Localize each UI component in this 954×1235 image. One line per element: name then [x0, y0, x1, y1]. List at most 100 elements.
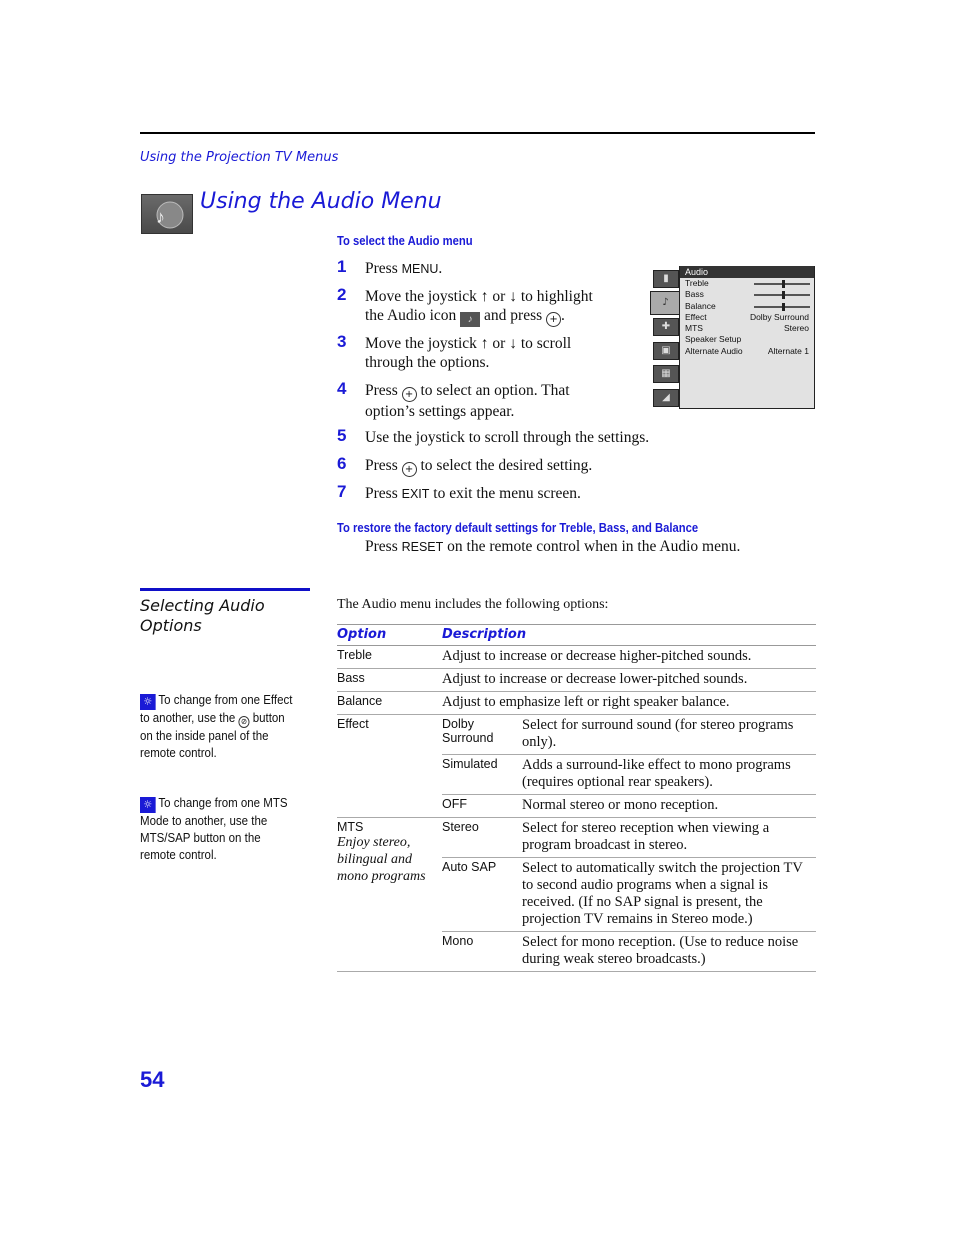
- description-cell: Select to automatically switch the proje…: [522, 857, 816, 932]
- joystick-select-icon: +: [546, 312, 562, 327]
- step-text: option’s settings appear.: [365, 403, 515, 420]
- osd-label: Bass: [685, 289, 704, 300]
- setting-cell: Dolby Surround: [442, 714, 522, 755]
- step-text: .: [438, 260, 443, 277]
- osd-row-alternate-audio: Alternate Audio Alternate 1: [680, 346, 814, 357]
- section-title-line: Selecting Audio: [140, 596, 265, 615]
- audio-icon: ♪: [460, 312, 481, 327]
- video-icon: ▮: [653, 270, 679, 288]
- step-2-text: Move the joystick ↑ or ↓ to highlight th…: [365, 287, 635, 327]
- step-3-text: Move the joystick ↑ or ↓ to scroll throu…: [365, 334, 635, 372]
- step-text: through the options.: [365, 354, 490, 371]
- osd-row-balance: Balance: [680, 301, 814, 312]
- audio-osd-screenshot: ▮ ♪ ✚ ▣ ▦ ◢ Audio Treble Bass Balance Ef…: [650, 266, 815, 410]
- step-text: Press: [365, 260, 402, 277]
- slider-knob: [782, 302, 785, 311]
- step-4-text: Press + to select an option. That option…: [365, 381, 635, 421]
- joystick-select-icon: +: [401, 387, 417, 402]
- step-text: .: [561, 307, 565, 324]
- step-text: to select an option. That: [420, 382, 570, 399]
- osd-value: Stereo: [783, 323, 809, 334]
- step-text: to select the desired setting.: [420, 457, 593, 474]
- lightbulb-tip-icon: ☼: [140, 694, 156, 710]
- sidebar-rule: [140, 588, 310, 591]
- lightbulb-tip-icon: ☼: [140, 797, 156, 813]
- description-cell: Adjust to emphasize left or right speake…: [442, 691, 816, 715]
- step-text: Press: [365, 382, 398, 399]
- osd-label: Effect: [685, 311, 707, 322]
- parental-icon: ▦: [653, 365, 679, 383]
- option-cell: Treble: [337, 648, 372, 662]
- step-number: 7: [337, 482, 347, 501]
- audio-options-table: Option Description Treble Adjust to incr…: [337, 624, 816, 972]
- step-text: on the remote control when in the Audio …: [443, 538, 741, 555]
- step-text: Move the joystick ↑ or ↓ to highlight: [365, 288, 593, 305]
- step-text: the Audio icon: [365, 307, 457, 324]
- table-intro: The Audio menu includes the following op…: [337, 597, 609, 612]
- restore-defaults-heading: To restore the factory default settings …: [337, 521, 699, 535]
- setting-cell: Stereo: [442, 817, 522, 858]
- option-cell: Bass: [337, 668, 442, 692]
- setting-cell: Simulated: [442, 754, 522, 795]
- setting-cell: Auto SAP: [442, 857, 522, 932]
- section-title: Selecting Audio Options: [140, 596, 265, 636]
- page-title: Using the Audio Menu: [200, 189, 442, 214]
- step-text: Press: [365, 457, 398, 474]
- audio-icon: ♪: [650, 291, 681, 315]
- slider-knob: [782, 291, 785, 300]
- table-row: Treble Adjust to increase or decrease hi…: [337, 646, 816, 669]
- balance-slider: [754, 302, 810, 311]
- osd-row-treble: Treble: [680, 278, 814, 289]
- bass-slider: [754, 291, 810, 300]
- menu-key-label: MENU: [401, 262, 439, 276]
- step-6-text: Press + to select the desired setting.: [365, 456, 592, 477]
- channel-icon: ▣: [653, 342, 679, 360]
- osd-label: Alternate Audio: [685, 345, 743, 356]
- step-number: 3: [337, 332, 347, 351]
- step-text: Press: [365, 538, 402, 555]
- step-number: 2: [337, 285, 347, 304]
- select-audio-heading: To select the Audio menu: [337, 234, 473, 248]
- description-cell: Adds a surround-like effect to mono prog…: [522, 754, 816, 795]
- osd-row-effect: Effect Dolby Surround: [680, 312, 814, 323]
- step-1-text: Press MENU.: [365, 259, 442, 279]
- setting-cell: Mono: [442, 931, 522, 972]
- setting-cell: OFF: [442, 794, 522, 818]
- joystick-select-icon: +: [401, 462, 417, 477]
- tip-mts: ☼ To change from one MTS Mode to another,…: [140, 795, 298, 864]
- osd-label: MTS: [685, 323, 703, 334]
- osd-value: Alternate 1: [767, 345, 809, 356]
- osd-panel: Audio Treble Bass Balance Effect Dolby Su…: [679, 266, 815, 409]
- description-cell: Normal stereo or mono reception.: [522, 794, 816, 818]
- option-cell: MTS Enjoy stereo, bilingual and mono pro…: [337, 817, 442, 972]
- exit-key-label: EXIT: [401, 487, 430, 501]
- step-7-text: Press EXIT to exit the menu screen.: [365, 484, 581, 504]
- step-5-text: Use the joystick to scroll through the s…: [365, 429, 650, 446]
- setup-icon: ✚: [653, 318, 679, 336]
- header-option: Option: [337, 624, 442, 646]
- osd-label: Treble: [685, 278, 709, 288]
- osd-row-speaker-setup: Speaker Setup: [680, 334, 814, 345]
- setting-name: Dolby Surround: [442, 717, 494, 745]
- option-cell: Effect: [337, 714, 442, 818]
- table-row: Bass Adjust to increase or decrease lowe…: [337, 668, 816, 692]
- table-header-row: Option Description: [337, 624, 816, 646]
- step-number: 6: [337, 454, 347, 473]
- audio-menu-icon: ♪: [141, 194, 193, 234]
- running-head: Using the Projection TV Menus: [140, 150, 339, 165]
- description-cell: Adjust to increase or decrease lower-pit…: [442, 668, 816, 692]
- page-number: 54: [140, 1067, 165, 1092]
- osd-label: Speaker Setup: [685, 334, 742, 345]
- osd-title: Audio: [680, 266, 814, 278]
- option-cell: Balance: [337, 691, 442, 715]
- step-text: and press: [484, 307, 543, 324]
- osd-label: Balance: [685, 300, 716, 311]
- reset-key-label: RESET: [401, 540, 444, 554]
- option-note: Enjoy stereo, bilingual and mono program…: [337, 835, 426, 884]
- table-row: MTS Enjoy stereo, bilingual and mono pro…: [337, 817, 816, 972]
- step-text: Press: [365, 485, 402, 502]
- osd-icon-bar: ▮ ♪ ✚ ▣ ▦ ◢: [650, 266, 681, 410]
- slider-knob: [782, 280, 785, 288]
- table-row: Effect Dolby Surround Select for surroun…: [337, 714, 816, 818]
- step-number: 1: [337, 257, 347, 276]
